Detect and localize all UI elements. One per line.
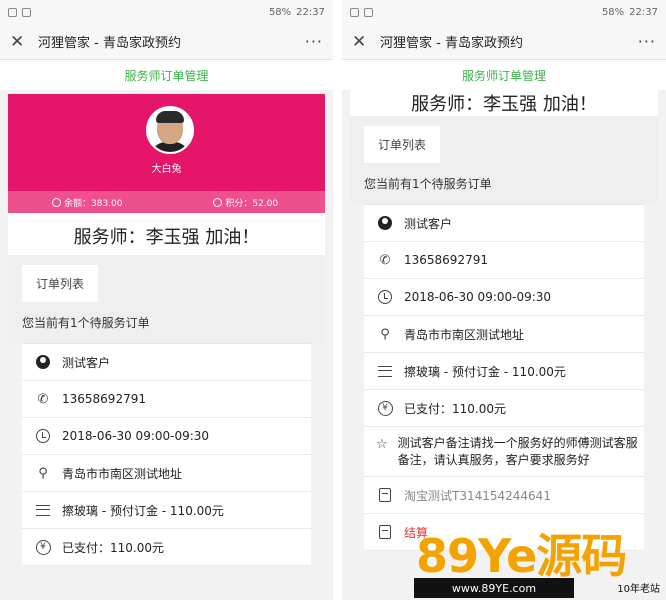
location-pin-icon: ⚲ — [38, 465, 48, 481]
paid-amount: 已支付：110.00元 — [404, 401, 506, 416]
title-bar: ✕ 河狸管家 - 青岛家政预约 ··· — [342, 24, 666, 60]
avatar — [146, 106, 194, 154]
document-icon — [379, 525, 391, 539]
status-bar: 58% 22:37 — [0, 0, 333, 24]
points-icon — [213, 197, 223, 207]
list-icon — [378, 365, 392, 377]
tab-bar: 订单列表 — [8, 255, 325, 302]
close-icon[interactable]: ✕ — [352, 32, 374, 52]
service-address: 青岛市市南区测试地址 — [62, 466, 183, 481]
more-menu-icon[interactable]: ··· — [638, 32, 656, 51]
customer-phone: 13658692791 — [404, 253, 488, 267]
balance-stat: 余额：383.00 — [8, 191, 167, 213]
order-customer-row: 测试客户 — [22, 344, 311, 381]
customer-name: 测试客户 — [404, 216, 453, 231]
star-icon: ☆ — [376, 436, 388, 452]
list-icon — [36, 504, 50, 516]
tab-bar: 订单列表 — [350, 116, 658, 163]
watermark-url: www.89YE.com — [414, 578, 574, 598]
phone-screen-left: 58% 22:37 ✕ 河狸管家 - 青岛家政预约 ··· 服务师订单管理 大白… — [0, 0, 333, 600]
pending-notice: 您当前有1个待服务订单 — [8, 302, 325, 343]
more-menu-icon[interactable]: ··· — [305, 32, 323, 51]
image-icon — [364, 7, 373, 17]
clock-icon — [36, 429, 50, 443]
balance-label: 余额：383.00 — [64, 198, 123, 209]
order-paid-row: ¥ 已支付：110.00元 — [364, 390, 644, 427]
profile-banner: 大白兔 余额：383.00 积分：52.00 — [8, 94, 325, 213]
clock-text: 22:37 — [296, 6, 325, 18]
profile-stats: 余额：383.00 积分：52.00 — [8, 191, 325, 213]
clock-text: 22:37 — [629, 6, 658, 18]
person-icon — [378, 216, 392, 230]
close-icon[interactable]: ✕ — [10, 32, 32, 52]
page-title: 河狸管家 - 青岛家政预约 — [380, 36, 523, 51]
order-card[interactable]: 测试客户 ✆ 13658692791 2018-06-30 09:00-09:30… — [22, 343, 311, 566]
order-address-row: ⚲ 青岛市市南区测试地址 — [364, 316, 644, 353]
service-item: 擦玻璃 - 预付订金 - 110.00元 — [62, 503, 224, 518]
yen-icon: ¥ — [377, 400, 393, 416]
order-paid-row: ¥ 已支付：110.00元 — [22, 529, 311, 566]
pending-notice: 您当前有1个待服务订单 — [350, 163, 658, 204]
notification-icon — [350, 7, 359, 17]
person-icon — [36, 355, 50, 369]
watermark-tag: 10年老站 — [617, 584, 660, 595]
order-item-row: 擦玻璃 - 预付订金 - 110.00元 — [364, 353, 644, 390]
status-bar: 58% 22:37 — [342, 0, 666, 24]
order-time-row: 2018-06-30 09:00-09:30 — [22, 418, 311, 455]
phone-icon: ✆ — [379, 252, 391, 268]
paid-amount: 已支付：110.00元 — [62, 540, 164, 555]
clock-icon — [378, 290, 392, 304]
order-phone-row[interactable]: ✆ 13658692791 — [364, 242, 644, 279]
notification-icon — [8, 7, 17, 17]
order-address-row: ⚲ 青岛市市南区测试地址 — [22, 455, 311, 492]
battery-text: 58% — [601, 6, 625, 18]
watermark-brand: 89Ye源码 — [416, 529, 627, 583]
customer-name: 测试客户 — [62, 355, 111, 370]
title-bar: ✕ 河狸管家 - 青岛家政预约 ··· — [0, 24, 333, 60]
page-title: 河狸管家 - 青岛家政预约 — [38, 36, 181, 51]
phone-icon: ✆ — [37, 391, 49, 407]
service-address: 青岛市市南区测试地址 — [404, 327, 525, 342]
order-phone-row[interactable]: ✆ 13658692791 — [22, 381, 311, 418]
tab-order-list[interactable]: 订单列表 — [22, 265, 99, 302]
greeting-text: 服务师：李玉强 加油！ — [350, 90, 658, 116]
order-customer-row: 测试客户 — [364, 205, 644, 242]
location-pin-icon: ⚲ — [380, 326, 390, 342]
greeting-text: 服务师：李玉强 加油！ — [8, 213, 325, 255]
yen-icon: ¥ — [35, 539, 51, 555]
customer-phone: 13658692791 — [62, 392, 146, 406]
order-item-row: 擦玻璃 - 预付订金 - 110.00元 — [22, 492, 311, 529]
tab-order-list[interactable]: 订单列表 — [364, 126, 441, 163]
phone-screen-right: 58% 22:37 ✕ 河狸管家 - 青岛家政预约 ··· 服务师订单管理 服务… — [342, 0, 666, 600]
points-stat: 积分：52.00 — [167, 191, 326, 213]
order-card[interactable]: 测试客户 ✆ 13658692791 2018-06-30 09:00-09:30… — [364, 204, 644, 551]
image-icon — [22, 7, 31, 17]
service-time: 2018-06-30 09:00-09:30 — [62, 429, 210, 443]
service-item: 擦玻璃 - 预付订金 - 110.00元 — [404, 364, 566, 379]
order-remark: 测试客户备注请找一个服务好的师傅测试客服备注，请认真服务，客户要求服务好 — [397, 436, 638, 467]
order-taobao-row: 淘宝测试T314154244641 — [364, 477, 644, 514]
stage: 58% 22:37 ✕ 河狸管家 - 青岛家政预约 ··· 服务师订单管理 大白… — [0, 0, 666, 600]
balance-icon — [52, 197, 61, 207]
watermark-logo: 89Ye源码 www.89YE.com 10年老站 — [408, 520, 666, 600]
section-header: 服务师订单管理 — [0, 60, 333, 90]
taobao-reference: 淘宝测试T314154244641 — [404, 488, 551, 503]
profile-name: 大白兔 — [151, 164, 182, 175]
points-label: 积分：52.00 — [225, 198, 279, 209]
section-header: 服务师订单管理 — [342, 60, 666, 90]
battery-text: 58% — [268, 6, 292, 18]
document-icon — [379, 488, 391, 502]
order-time-row: 2018-06-30 09:00-09:30 — [364, 279, 644, 316]
order-remark-row: ☆ 测试客户备注请找一个服务好的师傅测试客服备注，请认真服务，客户要求服务好 — [364, 427, 644, 477]
service-time: 2018-06-30 09:00-09:30 — [404, 290, 552, 304]
